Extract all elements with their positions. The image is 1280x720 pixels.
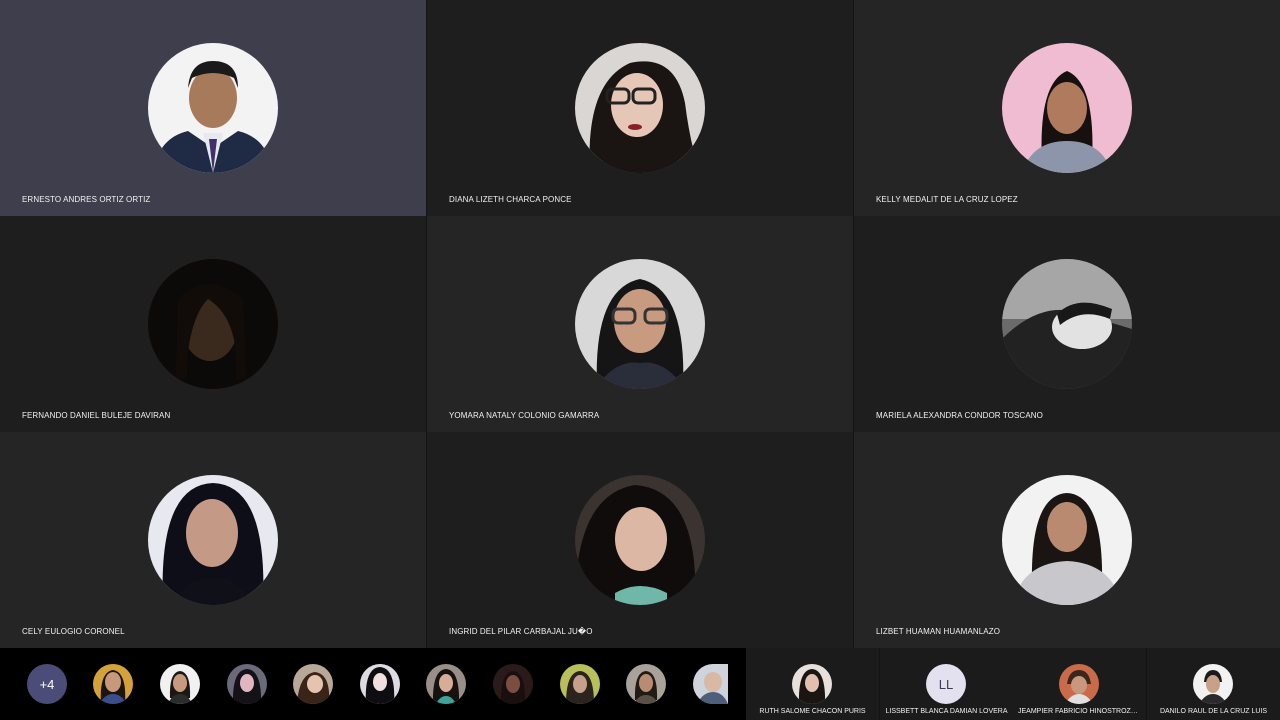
- participant-tile[interactable]: YOMARA NATALY COLONIO GAMARRA: [427, 216, 853, 432]
- participant-thumbnail[interactable]: [160, 664, 200, 704]
- more-participants-button[interactable]: +4: [27, 664, 67, 704]
- participant-name: LISSBETT BLANCA DAMIAN LOVERA: [885, 708, 1008, 715]
- participant-name: DANILO RAUL DE LA CRUZ LUIS: [1159, 708, 1268, 715]
- participant-tile[interactable]: KELLY MEDALIT DE LA CRUZ LOPEZ: [854, 0, 1280, 216]
- participant-name: ERNESTO ANDRES ORTIZ ORTIZ: [22, 195, 151, 204]
- participant-avatar: [148, 475, 278, 605]
- participant-thumbnail[interactable]: [293, 664, 333, 704]
- participant-avatar: [575, 475, 705, 605]
- side-participant-tile[interactable]: LL LISSBETT BLANCA DAMIAN LOVERA: [880, 648, 1013, 720]
- participant-avatar: [575, 259, 705, 389]
- participant-tile[interactable]: DIANA LIZETH CHARCA PONCE: [427, 0, 853, 216]
- participant-tile[interactable]: INGRID DEL PILAR CARBAJAL JU�O: [427, 432, 853, 648]
- participant-name: RUTH SALOME CHACON PURIS: [759, 708, 866, 715]
- participant-name: CELY EULOGIO CORONEL: [22, 627, 125, 636]
- participant-avatar: [1002, 259, 1132, 389]
- participant-name: YOMARA NATALY COLONIO GAMARRA: [449, 411, 600, 420]
- participant-thumbnail[interactable]: [493, 664, 533, 704]
- participant-avatar: [792, 664, 832, 704]
- participant-thumbnail[interactable]: [693, 664, 728, 704]
- participant-avatar: [1193, 664, 1233, 704]
- participant-name: JEAMPIER FABRICIO HINOSTROZA...: [1018, 708, 1142, 715]
- participant-thumbnail[interactable]: [93, 664, 133, 704]
- participant-avatar: [575, 43, 705, 173]
- side-participant-tile[interactable]: RUTH SALOME CHACON PURIS: [746, 648, 879, 720]
- participant-thumbnail[interactable]: [360, 664, 400, 704]
- participant-tile[interactable]: ERNESTO ANDRES ORTIZ ORTIZ: [0, 0, 426, 216]
- participant-name: INGRID DEL PILAR CARBAJAL JU�O: [449, 627, 593, 636]
- participant-avatar: [148, 259, 278, 389]
- participant-thumbnail[interactable]: [227, 664, 267, 704]
- participant-tile[interactable]: CELY EULOGIO CORONEL: [0, 432, 426, 648]
- participant-thumbnail[interactable]: [626, 664, 666, 704]
- participant-avatar: [148, 43, 278, 173]
- participant-name: KELLY MEDALIT DE LA CRUZ LOPEZ: [876, 195, 1018, 204]
- participant-tile[interactable]: LIZBET HUAMAN HUAMANLAZO: [854, 432, 1280, 648]
- participant-name: MARIELA ALEXANDRA CONDOR TOSCANO: [876, 411, 1043, 420]
- participant-name: DIANA LIZETH CHARCA PONCE: [449, 195, 572, 204]
- initials-avatar: LL: [926, 664, 966, 704]
- participant-avatar: [1002, 43, 1132, 173]
- side-participant-tile[interactable]: DANILO RAUL DE LA CRUZ LUIS: [1147, 648, 1280, 720]
- participant-thumbnail[interactable]: [560, 664, 600, 704]
- participant-tile[interactable]: FERNANDO DANIEL BULEJE DAVIRAN: [0, 216, 426, 432]
- participant-name: FERNANDO DANIEL BULEJE DAVIRAN: [22, 411, 171, 420]
- participant-tile[interactable]: MARIELA ALEXANDRA CONDOR TOSCANO: [854, 216, 1280, 432]
- participant-thumbnail[interactable]: [426, 664, 466, 704]
- participant-name: LIZBET HUAMAN HUAMANLAZO: [876, 627, 1001, 636]
- participant-avatar: [1002, 475, 1132, 605]
- participant-avatar: [1059, 664, 1099, 704]
- side-participant-tile[interactable]: JEAMPIER FABRICIO HINOSTROZA...: [1013, 648, 1146, 720]
- video-grid: ERNESTO ANDRES ORTIZ ORTIZ DIANA LIZETH …: [0, 0, 1280, 648]
